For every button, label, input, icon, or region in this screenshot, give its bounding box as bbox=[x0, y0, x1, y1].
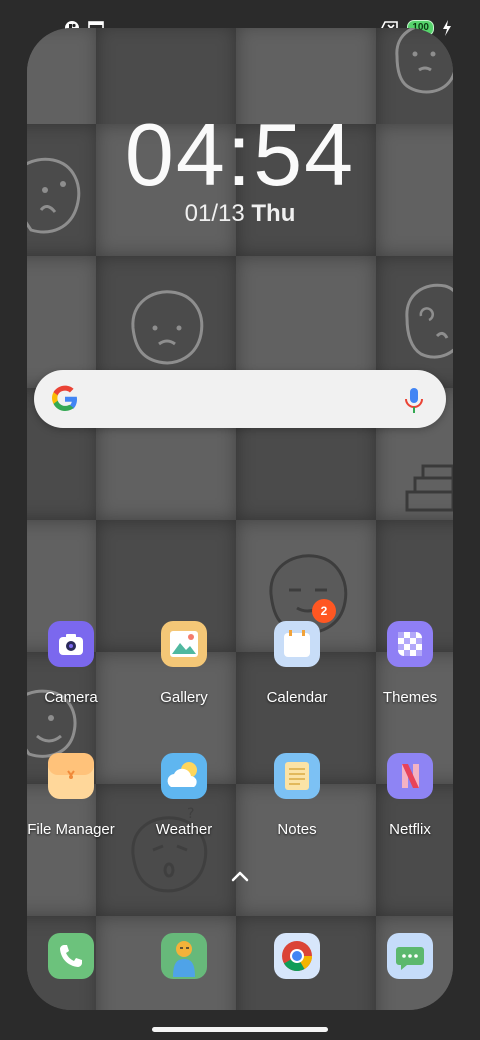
app-label: Gallery bbox=[160, 689, 208, 706]
app-themes[interactable]: Themes bbox=[354, 621, 466, 706]
phone-icon[interactable] bbox=[48, 933, 94, 979]
app-label: Camera bbox=[44, 689, 98, 706]
doodle-face-icon bbox=[405, 283, 453, 359]
app-gallery[interactable]: Gallery bbox=[128, 621, 240, 706]
clock-time: 04:54 bbox=[124, 105, 356, 204]
microphone-icon[interactable] bbox=[404, 386, 424, 414]
app-label: Calendar bbox=[266, 689, 328, 706]
app-label: Notes bbox=[277, 821, 317, 838]
day-text: Thu bbox=[251, 200, 296, 227]
home-indicator[interactable] bbox=[152, 1027, 328, 1032]
app-weather[interactable]: Weather bbox=[128, 753, 240, 838]
doodle-face-icon bbox=[131, 290, 204, 365]
notes-icon bbox=[274, 753, 320, 799]
app-label: Themes bbox=[382, 689, 438, 706]
gallery-icon bbox=[161, 621, 207, 667]
app-file-manager[interactable]: File Manager bbox=[15, 753, 127, 838]
google-g-icon bbox=[52, 385, 77, 411]
folder-icon bbox=[48, 753, 94, 799]
netflix-icon bbox=[387, 753, 433, 799]
themes-icon bbox=[387, 621, 433, 667]
clock-date: 01/13 Thu bbox=[0, 200, 480, 228]
doodle-cake-icon bbox=[405, 464, 453, 512]
chrome-icon[interactable] bbox=[274, 933, 320, 979]
chevron-up-icon[interactable] bbox=[228, 866, 252, 886]
weather-icon bbox=[161, 753, 207, 799]
contacts-icon[interactable] bbox=[161, 933, 207, 979]
app-label: Netflix bbox=[389, 821, 431, 838]
app-netflix[interactable]: Netflix bbox=[354, 753, 466, 838]
app-camera[interactable]: Camera bbox=[15, 621, 127, 706]
doodle-face-icon bbox=[395, 28, 453, 94]
app-label: File Manager bbox=[27, 821, 115, 838]
messages-icon[interactable] bbox=[387, 933, 433, 979]
google-search-bar[interactable] bbox=[34, 370, 446, 428]
camera-icon bbox=[48, 621, 94, 667]
date-text: 01/13 bbox=[184, 200, 245, 227]
app-calendar[interactable]: 2 Calendar bbox=[241, 599, 353, 706]
app-notes[interactable]: Notes bbox=[241, 753, 353, 838]
notification-badge: 2 bbox=[312, 599, 336, 623]
calendar-icon: 2 bbox=[274, 599, 336, 667]
app-label: Weather bbox=[155, 821, 213, 838]
